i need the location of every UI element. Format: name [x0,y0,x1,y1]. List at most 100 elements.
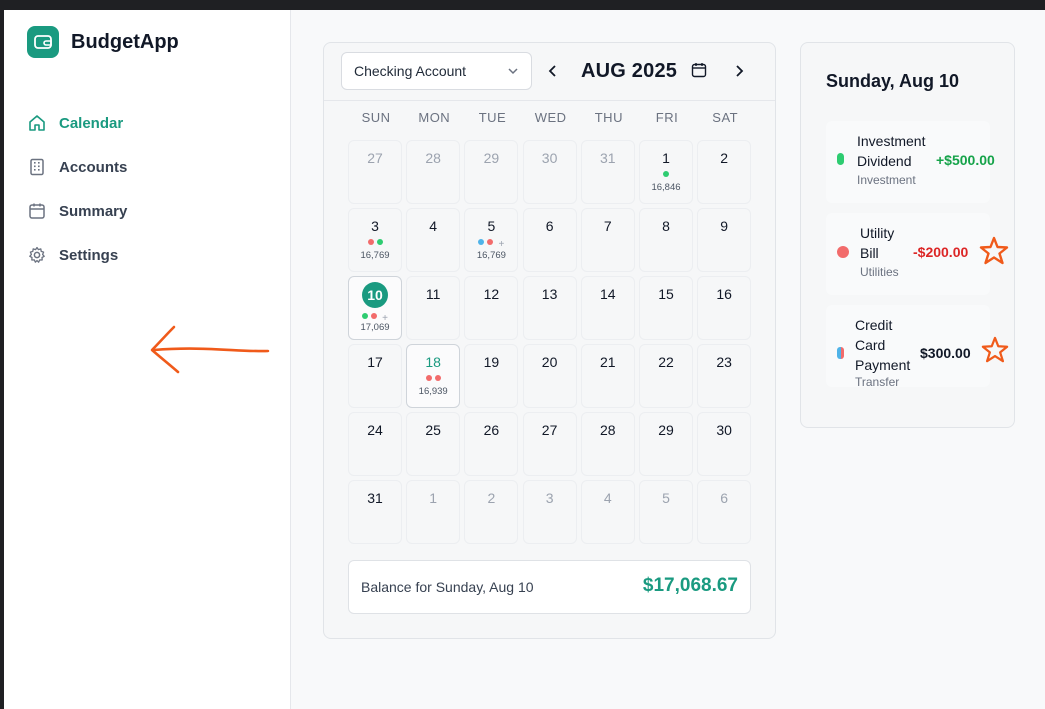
calendar-day-cell[interactable]: 1 16,846 [639,140,693,204]
star-icon [979,236,1009,265]
date-picker-button[interactable] [691,62,707,83]
transaction-dot [376,239,383,245]
day-number: 6 [545,218,554,234]
calendar-day-cell[interactable]: 26 [464,412,519,476]
day-number: 19 [483,354,500,370]
day-number: 9 [720,218,729,234]
transaction-dot [362,313,369,319]
day-number: 6 [720,490,729,506]
selected-day-number: 10 [362,282,388,308]
calendar-day-cell[interactable]: 28 [580,412,635,476]
calendar-day-cell[interactable]: 22 [639,344,693,408]
weekday-label: FRI [655,110,679,125]
transaction-dot [487,239,494,245]
calendar-day-cell[interactable]: 12 [464,276,519,340]
calendar-icon [691,63,707,78]
calendar-day-cell[interactable]: 27 [522,412,577,476]
balance-value: $17,068.67 [642,575,738,596]
day-number: 29 [483,150,500,166]
day-number: 14 [600,286,616,302]
calendar-day-cell[interactable]: 11 [406,276,461,340]
calendar-day-cell[interactable]: 18 16,939 [406,344,461,408]
calendar-day-cell[interactable]: 8 [639,208,693,272]
panel-title: Sunday, Aug 10 [826,71,960,91]
sidebar-item-summary[interactable]: Summary [27,189,127,233]
day-number: 3 [371,218,379,234]
transaction-item[interactable]: Credit Card Payment Transfer $300.00 [826,305,1009,389]
calendar-day-cell[interactable]: 10 +17,069 [348,276,402,340]
calendar-day-cell[interactable]: 25 [406,412,461,476]
calendar-day-cell[interactable]: 3 [522,480,577,544]
calendar-day-cell[interactable]: 1 [406,480,461,544]
calendar-day-cell[interactable]: 13 [522,276,577,340]
account-select-value: Checking Account [354,63,467,79]
calendar-day-cell[interactable]: 24 [348,412,402,476]
account-select[interactable]: Checking Account [341,52,532,90]
transaction-amount: $300.00 [920,345,971,361]
transaction-name-line: Utility [860,225,895,241]
calendar-day-cell[interactable]: 6 [522,208,577,272]
sidebar-item-label: Accounts [59,158,128,176]
day-transactions-panel: Sunday, Aug 10 Investment Dividend Inves… [800,42,1015,428]
calendar-day-cell[interactable]: 31 [348,480,402,544]
calendar-day-cell[interactable]: 21 [580,344,635,408]
calendar-day-cell[interactable]: 28 [406,140,461,204]
day-number: 13 [541,286,558,302]
transaction-dot [371,313,378,319]
calendar-day-cell[interactable]: 2 [697,140,752,204]
day-number: 2 [720,150,729,166]
sidebar: BudgetApp Calendar Accounts Summary Sett… [4,10,291,709]
category-color-indicator [837,246,849,258]
calendar-day-cell[interactable]: 14 [580,276,635,340]
day-number: 15 [658,286,674,302]
calendar-day-cell[interactable]: 6 [697,480,752,544]
calendar-day-cell[interactable]: 16 [697,276,752,340]
transaction-category: Investment [857,173,916,187]
calendar-day-cell[interactable]: 29 [464,140,519,204]
calendar-day-cell[interactable]: 27 [348,140,402,204]
calendar-day-cell[interactable]: 4 [580,480,635,544]
day-number: 30 [716,422,732,438]
calendar-day-cell[interactable]: 20 [522,344,577,408]
sidebar-item-accounts[interactable]: Accounts [27,145,127,189]
calendar-day-cell[interactable]: 31 [580,140,635,204]
calendar-day-cell[interactable]: 30 [522,140,577,204]
sidebar-nav: Calendar Accounts Summary Settings [27,101,127,277]
os-top-bar [0,0,1045,10]
transaction-dots: + [349,312,401,324]
weekday-header: SUN MON TUE WED THU FRI SAT [347,110,754,125]
transaction-dot [425,375,432,381]
sidebar-item-settings[interactable]: Settings [27,233,127,277]
category-color-indicator [837,153,844,165]
day-number: 31 [600,150,616,166]
calendar-day-cell[interactable]: 19 [464,344,519,408]
calendar-day-cell[interactable]: 4 [406,208,461,272]
calendar-day-cell[interactable]: 29 [639,412,693,476]
calendar-day-cell[interactable]: 30 [697,412,752,476]
day-balance: 16,769 [476,250,506,261]
day-number: 31 [367,490,383,506]
day-balance: 16,769 [360,250,390,261]
prev-month-button[interactable] [544,62,562,80]
calendar-day-cell[interactable]: 3 16,769 [348,208,402,272]
calendar-day-cell[interactable]: 17 [348,344,402,408]
day-number: 28 [425,150,441,166]
calendar-day-cell[interactable]: 2 [464,480,519,544]
calendar-day-cell[interactable]: 7 [580,208,635,272]
month-label: AUG 2025 [581,60,678,82]
calendar-day-cell[interactable]: 15 [639,276,693,340]
day-number: 22 [658,354,674,370]
next-month-button[interactable] [730,62,748,80]
transaction-name-line: Credit [855,317,893,333]
day-number: 12 [483,286,500,302]
calendar-day-cell[interactable]: 5 [639,480,693,544]
transaction-item[interactable]: Investment Dividend Investment +$500.00 [826,121,995,203]
transaction-item[interactable]: Utility Bill Utilities -$200.00 [826,213,1009,295]
calendar-day-cell[interactable]: 23 [697,344,752,408]
calendar-day-cell[interactable]: 9 [697,208,752,272]
calendar-day-cell[interactable]: 5 +16,769 [464,208,519,272]
transaction-name-line: Payment [855,357,911,373]
sidebar-item-calendar[interactable]: Calendar [27,101,127,145]
transaction-amount: +$500.00 [936,152,995,168]
chevron-left-icon [548,65,556,77]
